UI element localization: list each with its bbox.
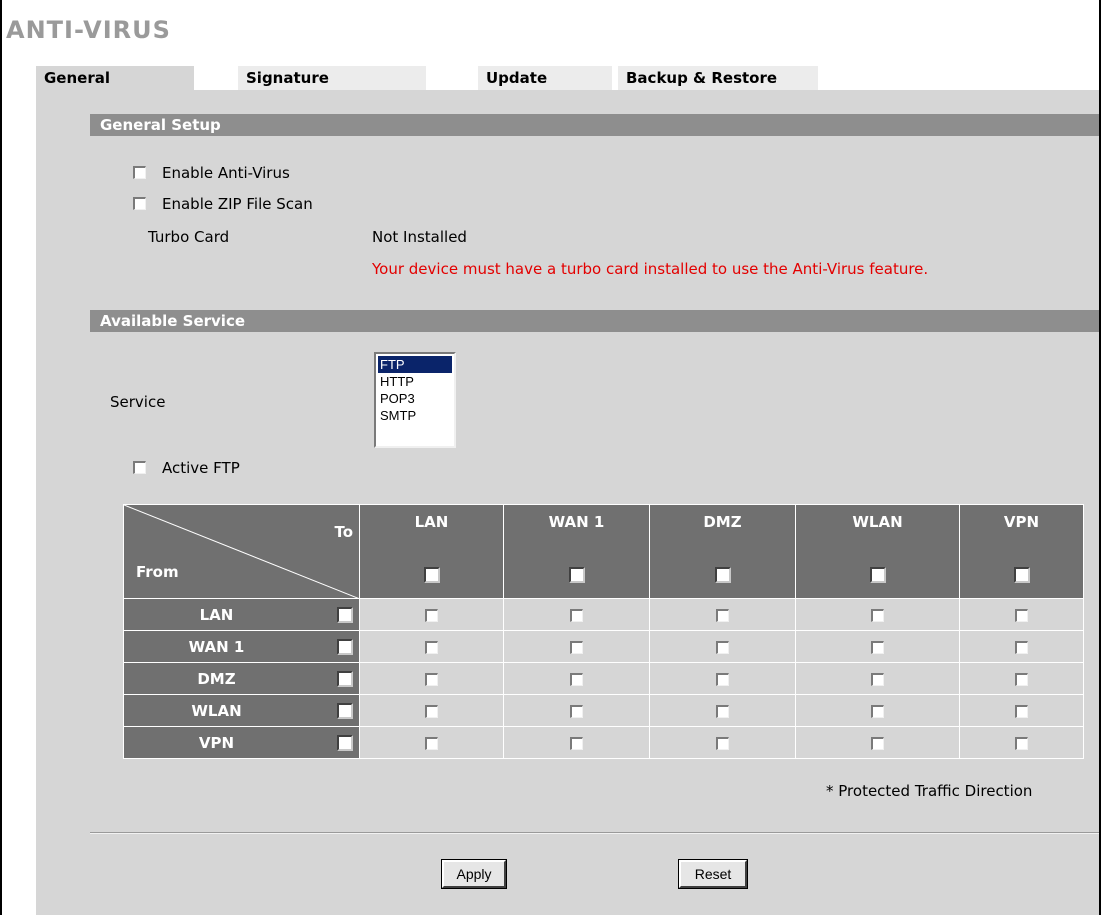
column-header-lan: LAN	[359, 504, 504, 599]
matrix-from-label: From	[136, 563, 179, 581]
matrix-cell-checkbox[interactable]	[570, 640, 583, 654]
column-select-all-checkbox[interactable]	[568, 566, 585, 583]
row-header-label: WLAN	[191, 701, 242, 720]
column-select-all-checkbox[interactable]	[423, 566, 440, 583]
enable-anti-virus-label: Enable Anti-Virus	[162, 164, 290, 182]
tab-signature[interactable]: Signature	[238, 66, 426, 90]
column-header-label: LAN	[414, 513, 449, 531]
row-select-all-checkbox[interactable]	[337, 735, 353, 751]
row-header-label: LAN	[199, 605, 234, 624]
row-header-dmz: DMZ	[123, 662, 360, 695]
matrix-cell-checkbox[interactable]	[871, 736, 884, 750]
column-header-label: DMZ	[703, 513, 742, 531]
form-divider	[90, 832, 1100, 834]
active-ftp-label: Active FTP	[162, 459, 240, 477]
row-header-lan: LAN	[123, 598, 360, 631]
matrix-cell-checkbox[interactable]	[716, 672, 729, 686]
matrix-cell-checkbox[interactable]	[871, 608, 884, 622]
tab-update[interactable]: Update	[478, 66, 612, 90]
frame-right-border	[1099, 0, 1101, 915]
column-header-vpn: VPN	[959, 504, 1084, 599]
row-header-wan1: WAN 1	[123, 630, 360, 663]
column-header-label: WAN 1	[548, 513, 605, 531]
column-select-all-checkbox[interactable]	[869, 566, 886, 583]
tab-bar: General Signature Update Backup & Restor…	[36, 66, 1100, 90]
matrix-cell-checkbox[interactable]	[425, 640, 438, 654]
matrix-cell-checkbox[interactable]	[716, 608, 729, 622]
tab-general[interactable]: General	[36, 66, 194, 90]
service-option-http[interactable]: HTTP	[378, 373, 452, 390]
service-option-pop3[interactable]: POP3	[378, 390, 452, 407]
protected-direction-note: * Protected Traffic Direction	[826, 782, 1033, 800]
matrix-cell-checkbox[interactable]	[1015, 608, 1028, 622]
row-select-all-checkbox[interactable]	[337, 639, 353, 655]
matrix-cell-checkbox[interactable]	[716, 704, 729, 718]
service-label: Service	[110, 393, 166, 411]
turbo-card-value: Not Installed	[372, 228, 467, 246]
row-header-vpn: VPN	[123, 726, 360, 759]
matrix-row-lan: LAN	[123, 598, 1084, 631]
matrix-cell-checkbox[interactable]	[570, 704, 583, 718]
matrix-cell-checkbox[interactable]	[871, 672, 884, 686]
row-select-all-checkbox[interactable]	[337, 703, 353, 719]
column-select-all-checkbox[interactable]	[714, 566, 731, 583]
matrix-cell-checkbox[interactable]	[871, 640, 884, 654]
service-listbox[interactable]: FTP HTTP POP3 SMTP	[374, 352, 456, 448]
row-select-all-checkbox[interactable]	[337, 671, 353, 687]
column-header-dmz: DMZ	[649, 504, 796, 599]
page-title: ANTI-VIRUS	[6, 16, 171, 44]
matrix-cell-checkbox[interactable]	[716, 640, 729, 654]
turbo-card-warning: Your device must have a turbo card insta…	[372, 260, 929, 278]
enable-zip-scan-checkbox[interactable]	[133, 197, 146, 210]
column-header-wan1: WAN 1	[503, 504, 650, 599]
reset-button[interactable]: Reset	[678, 859, 748, 889]
general-panel: General Setup Enable Anti-Virus Enable Z…	[36, 90, 1100, 915]
general-setup-heading: General Setup	[90, 114, 1100, 136]
matrix-row-wlan: WLAN	[123, 694, 1084, 727]
tab-backup-restore[interactable]: Backup & Restore	[618, 66, 818, 90]
apply-button[interactable]: Apply	[441, 859, 507, 889]
row-header-label: VPN	[198, 733, 235, 752]
matrix-cell-checkbox[interactable]	[871, 704, 884, 718]
matrix-cell-checkbox[interactable]	[425, 672, 438, 686]
matrix-cell-checkbox[interactable]	[570, 672, 583, 686]
matrix-cell-checkbox[interactable]	[1015, 672, 1028, 686]
matrix-cell-checkbox[interactable]	[1015, 640, 1028, 654]
row-header-wlan: WLAN	[123, 694, 360, 727]
frame-left-border	[0, 0, 2, 915]
matrix-row-vpn: VPN	[123, 726, 1084, 759]
column-header-wlan: WLAN	[795, 504, 960, 599]
enable-zip-scan-label: Enable ZIP File Scan	[162, 195, 313, 213]
matrix-to-label: To	[334, 523, 353, 541]
matrix-cell-checkbox[interactable]	[716, 736, 729, 750]
column-header-label: WLAN	[852, 513, 903, 531]
traffic-direction-matrix: To From LAN WAN 1 DMZ WLAN VPN LAN WAN 1…	[123, 504, 1084, 759]
active-ftp-checkbox[interactable]	[133, 461, 146, 474]
column-select-all-checkbox[interactable]	[1013, 566, 1030, 583]
matrix-cell-checkbox[interactable]	[425, 704, 438, 718]
column-header-label: VPN	[1003, 513, 1040, 531]
matrix-cell-checkbox[interactable]	[1015, 736, 1028, 750]
matrix-cell-checkbox[interactable]	[570, 608, 583, 622]
matrix-cell-checkbox[interactable]	[570, 736, 583, 750]
enable-anti-virus-checkbox[interactable]	[133, 166, 146, 179]
matrix-cell-checkbox[interactable]	[425, 608, 438, 622]
turbo-card-label: Turbo Card	[148, 228, 230, 246]
matrix-cell-checkbox[interactable]	[1015, 704, 1028, 718]
service-option-smtp[interactable]: SMTP	[378, 407, 452, 424]
matrix-corner-cell: To From	[123, 504, 360, 599]
diagonal-divider-icon	[124, 505, 360, 599]
matrix-row-wan1: WAN 1	[123, 630, 1084, 663]
row-header-label: WAN 1	[188, 637, 245, 656]
available-service-heading: Available Service	[90, 310, 1100, 332]
row-select-all-checkbox[interactable]	[337, 607, 353, 623]
row-header-label: DMZ	[197, 669, 236, 688]
service-option-ftp[interactable]: FTP	[378, 356, 452, 373]
matrix-cell-checkbox[interactable]	[425, 736, 438, 750]
matrix-row-dmz: DMZ	[123, 662, 1084, 695]
